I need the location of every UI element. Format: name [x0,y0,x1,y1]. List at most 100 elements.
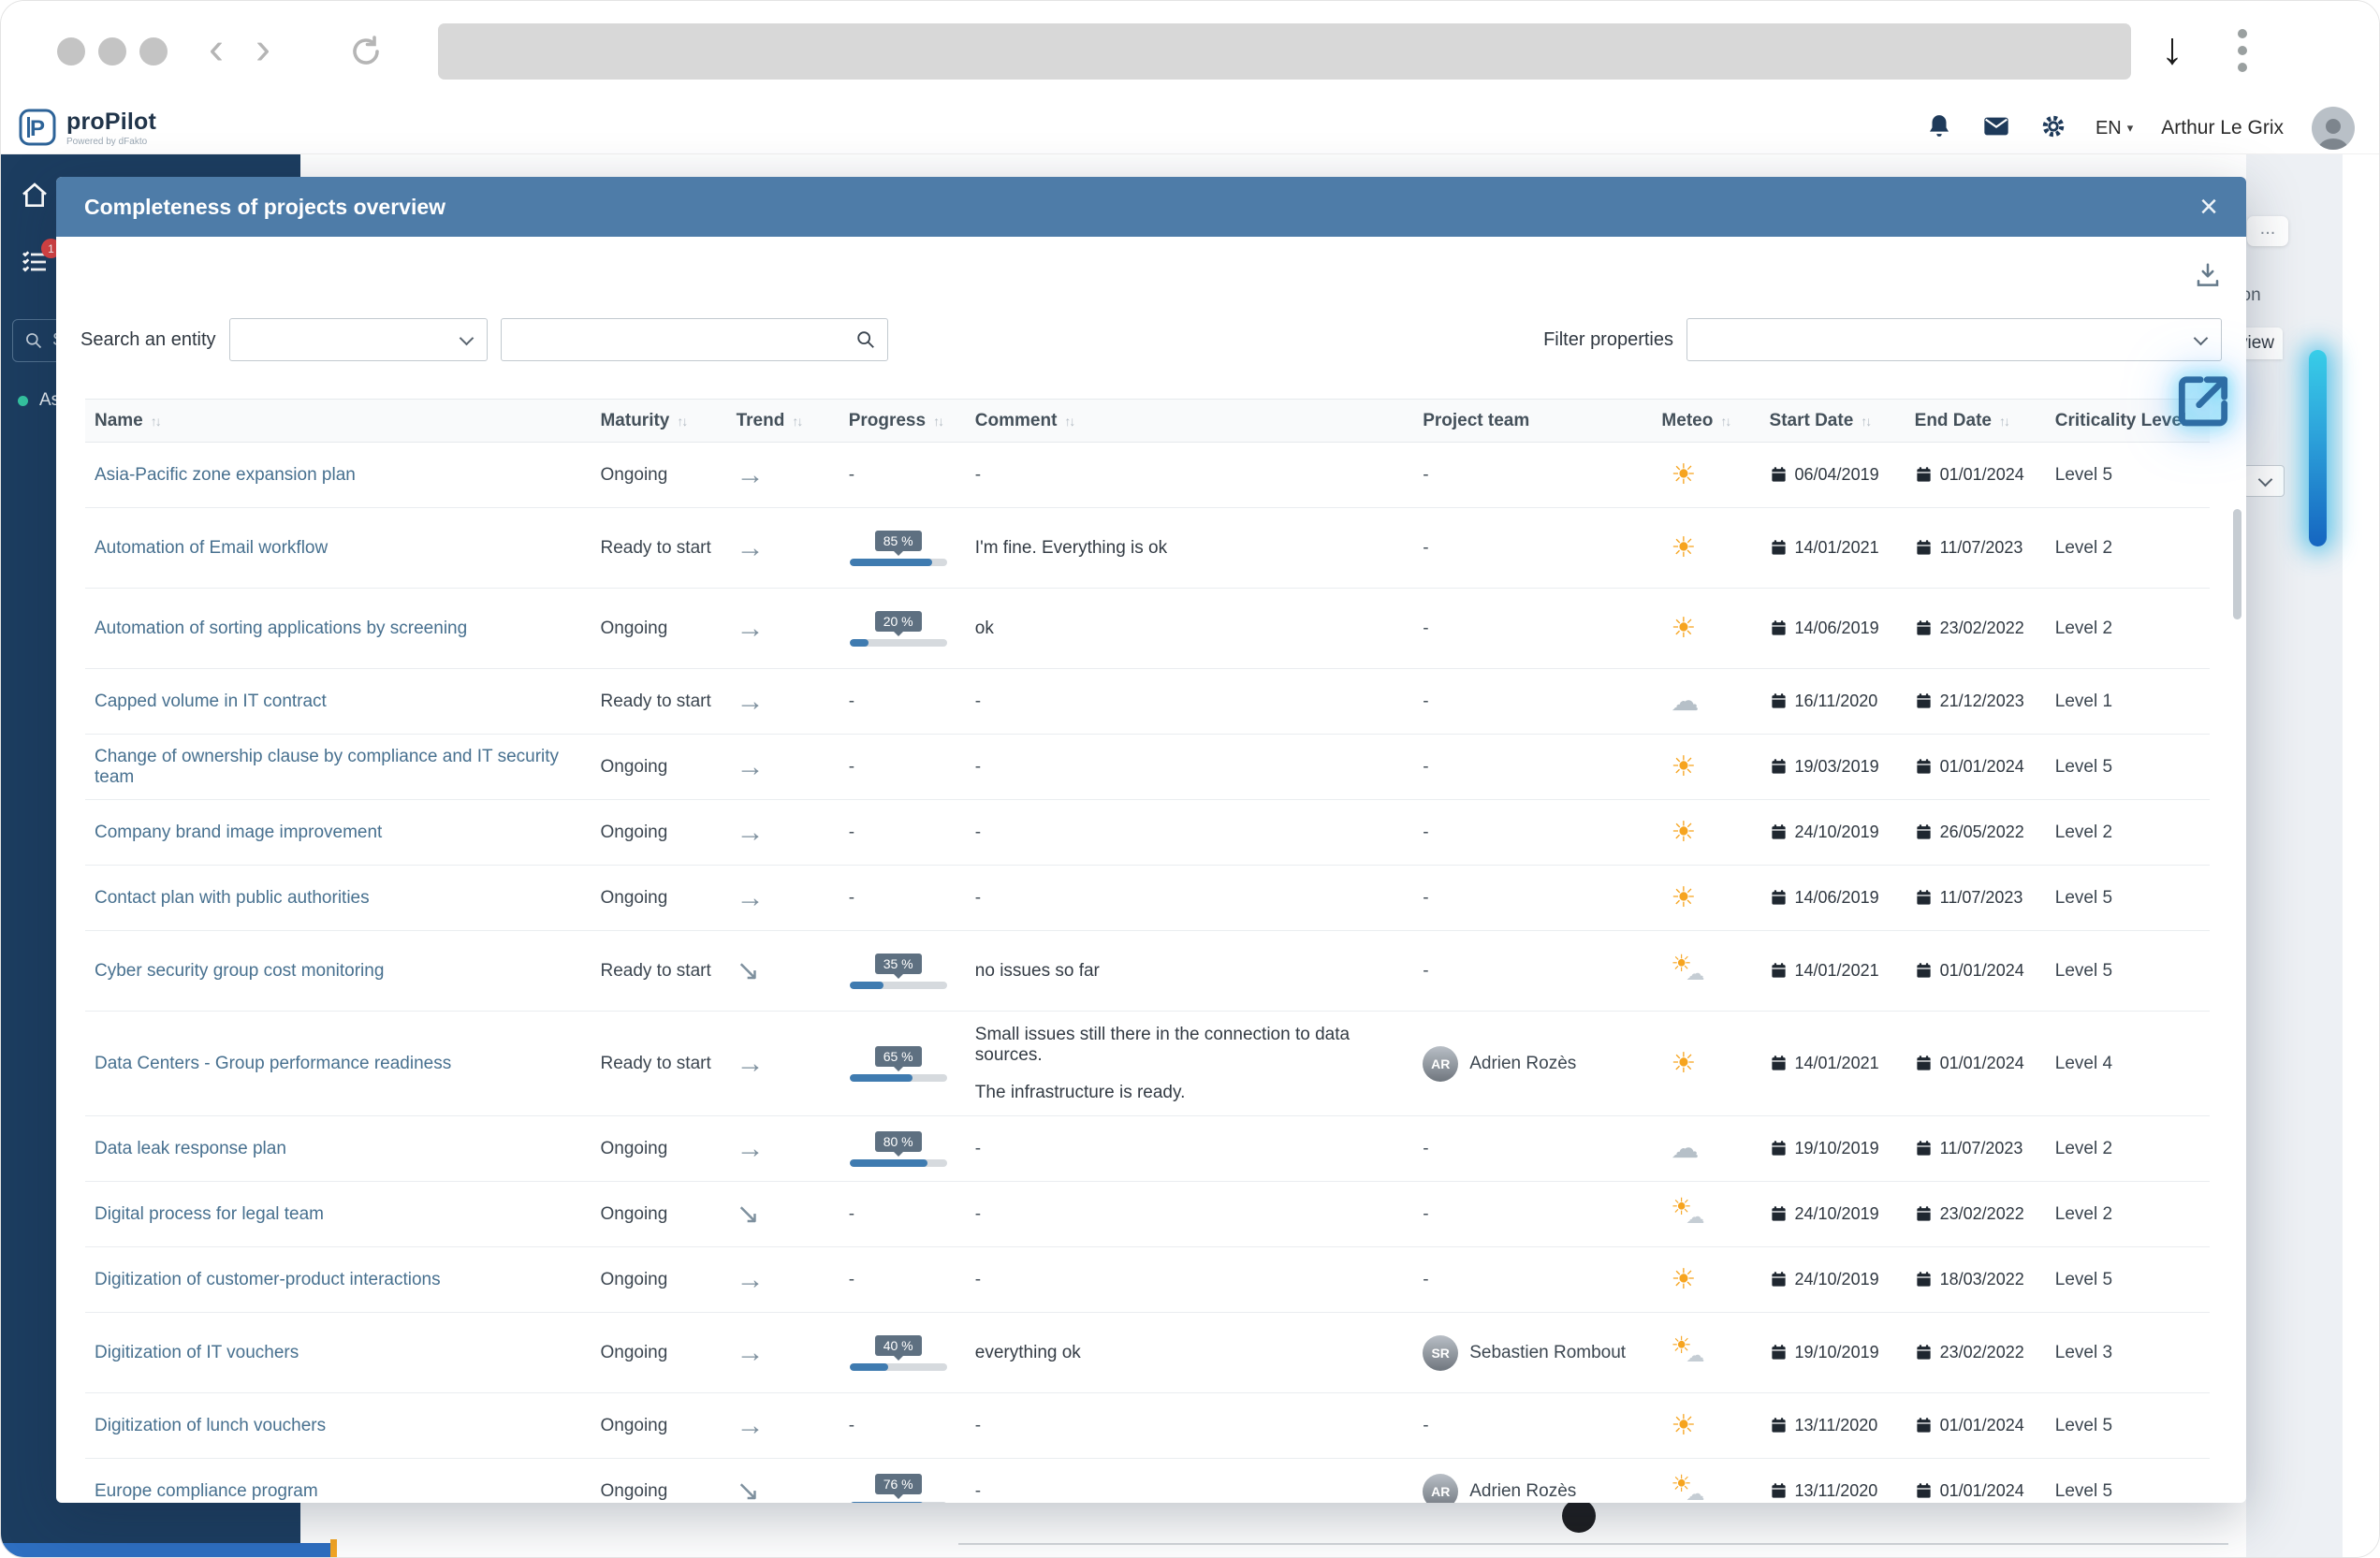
end-date: 26/05/2022 [1915,823,2037,842]
end-date: 23/02/2022 [1915,1204,2037,1224]
criticality-level: Level 5 [2054,756,2113,777]
user-name[interactable]: Arthur Le Grix [2161,117,2284,139]
column-header-start-date[interactable]: Start Date ↑↓ [1759,399,1905,443]
calendar-icon [1917,963,1931,978]
column-label: Start Date [1769,410,1854,430]
project-name-link[interactable]: Digitization of IT vouchers [95,1343,299,1362]
project-name-link[interactable]: Contact plan with public authorities [95,888,370,908]
app-subtitle: Powered by dFakto [66,136,148,147]
search-box[interactable] [500,318,888,361]
project-name-link[interactable]: Automation of sorting applications by sc… [95,619,467,638]
window-controls[interactable] [57,37,168,66]
project-name-link[interactable]: Data leak response plan [95,1139,286,1158]
column-header-maturity[interactable]: Maturity ↑↓ [591,399,727,443]
team-member-avatar: AR [1423,1473,1459,1503]
sort-arrows-icon[interactable]: ↑↓ [792,414,803,429]
window-dot-icon[interactable] [98,37,126,66]
column-header-name[interactable]: Name ↑↓ [85,399,591,443]
notifications-bell-icon[interactable] [1925,112,1953,145]
progress-badge: 85 % [874,530,922,556]
messages-envelope-icon[interactable] [1981,111,2011,146]
sort-arrows-icon[interactable]: ↑↓ [151,414,162,429]
calendar-icon [1917,620,1931,635]
project-name-link[interactable]: Digital process for legal team [95,1204,324,1224]
trend-right-arrow-icon: → [736,816,765,848]
empty-value: - [974,691,982,711]
export-download-icon[interactable] [2194,261,2222,294]
empty-value: - [974,464,982,485]
sidebar-tasks-icon[interactable]: 1 [20,239,61,282]
sort-arrows-icon[interactable]: ↑↓ [933,414,944,429]
sort-arrows-icon[interactable]: ↑↓ [1064,414,1075,429]
project-name-link[interactable]: Change of ownership clause by compliance… [95,747,559,787]
start-date: 16/11/2020 [1770,692,1896,711]
column-header-meteo[interactable]: Meteo ↑↓ [1652,399,1760,443]
sort-arrows-icon[interactable]: ↑↓ [677,414,688,429]
progress-bar [849,1073,947,1082]
maturity-value: Ongoing [600,1269,668,1289]
team-member-name: Adrien Rozès [1469,1053,1577,1073]
background-divider [958,1543,2228,1545]
criticality-level: Level 2 [2054,1138,2113,1158]
app-title: proPilot [66,108,157,135]
language-selector[interactable]: EN ▾ [2095,118,2133,139]
sort-arrows-icon[interactable]: ↑↓ [1720,414,1731,429]
start-date: 24/10/2019 [1770,823,1896,842]
modal-header: Completeness of projects overview × [56,177,2246,237]
progress-indicator: 65 % [849,1045,948,1082]
project-name-link[interactable]: Digitization of customer-product interac… [95,1270,441,1289]
maturity-value: Ongoing [600,756,668,777]
settings-gear-icon[interactable] [2039,112,2067,145]
project-name-link[interactable]: Cyber security group cost monitoring [95,961,384,981]
entity-select[interactable] [228,318,488,361]
project-name-link[interactable]: Data Centers - Group performance readine… [95,1054,451,1073]
table-row: Data leak response plan Ongoing → 80 % - - ☁ 19… [85,1115,2210,1182]
column-header-trend[interactable]: Trend ↑↓ [726,399,840,443]
project-name-link[interactable]: Company brand image improvement [95,823,382,842]
empty-value: - [848,1269,855,1289]
table-row: Digitization of lunch vouchers Ongoing → - -… [85,1392,2210,1459]
refresh-icon[interactable] [349,35,383,73]
background-blue-bar [1,1543,330,1557]
search-icon[interactable] [855,329,876,350]
project-name-link[interactable]: Asia-Pacific zone expansion plan [95,465,356,485]
app-logo[interactable]: P proPilot Powered by dFakto [18,108,156,147]
back-icon[interactable]: ‹ [209,22,224,78]
close-icon[interactable]: × [2199,191,2218,223]
calendar-icon [1917,467,1931,482]
table-row: Asia-Pacific zone expansion plan Ongoing →… [85,442,2210,508]
browser-menu-icon[interactable] [2238,29,2247,72]
chevron-down-icon: ▾ [2126,121,2134,135]
empty-value: - [1423,887,1429,908]
language-label: EN [2095,117,2122,138]
meteo-partly-sunny-icon: ☀ ☁ [1671,950,1705,984]
column-header-end-date[interactable]: End Date ↑↓ [1905,399,2046,443]
background-more-button[interactable]: ... [2247,216,2288,246]
user-avatar[interactable] [2312,107,2355,150]
download-icon[interactable]: ↓ [2161,23,2183,75]
highlighted-scrollbar[interactable] [2309,350,2327,546]
project-name-link[interactable]: Capped volume in IT contract [95,692,327,711]
sort-arrows-icon[interactable]: ↑↓ [1861,414,1872,429]
address-bar[interactable] [438,23,2131,80]
trend-right-arrow-icon: → [736,1047,765,1079]
project-name-link[interactable]: Digitization of lunch vouchers [95,1416,326,1435]
column-header-progress[interactable]: Progress ↑↓ [839,399,966,443]
window-dot-icon[interactable] [57,37,85,66]
project-name-link[interactable]: Europe compliance program [95,1481,318,1501]
criticality-level: Level 1 [2054,691,2113,711]
sort-arrows-icon[interactable]: ↑↓ [1999,414,2010,429]
scrollbar-thumb[interactable] [2233,509,2241,619]
browser-toolbar: ‹ › ↓ [1,1,2379,102]
open-in-new-window-icon[interactable] [2168,368,2238,436]
project-name-link[interactable]: Automation of Email workflow [95,538,328,558]
forward-icon[interactable]: › [256,22,270,78]
filter-properties-select[interactable] [1686,318,2222,361]
column-header-comment[interactable]: Comment ↑↓ [965,399,1414,443]
progress-bar [849,1501,947,1503]
criticality-level: Level 2 [2054,537,2113,558]
search-input[interactable] [501,329,855,350]
calendar-icon [1917,540,1931,555]
background-dropdown[interactable] [2243,465,2285,497]
window-dot-icon[interactable] [139,37,168,66]
